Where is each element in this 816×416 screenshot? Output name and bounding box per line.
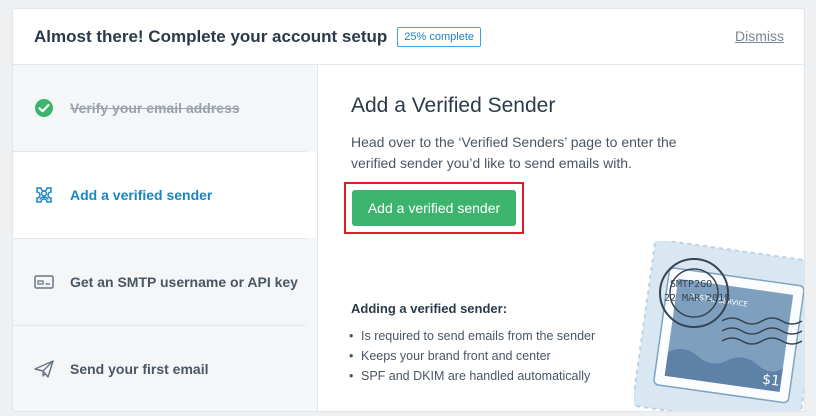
- key-card-icon: [33, 271, 55, 293]
- paper-plane-icon: [33, 358, 55, 380]
- list-item: SPF and DKIM are handled automatically: [349, 366, 595, 386]
- setup-title: Almost there! Complete your account setu…: [34, 26, 388, 46]
- content-title: Add a Verified Sender: [351, 94, 556, 117]
- list-item: Is required to send emails from the send…: [349, 326, 595, 346]
- step-add-sender[interactable]: Add a verified sender: [13, 152, 317, 238]
- stamp-date: 22 MAR 2018: [664, 293, 730, 304]
- check-circle-icon: [33, 97, 55, 119]
- setup-card: Almost there! Complete your account setu…: [12, 8, 805, 412]
- content-description: Head over to the ‘Verified Senders’ page…: [351, 134, 677, 171]
- list-item: Keeps your brand front and center: [349, 346, 595, 366]
- info-title: Adding a verified sender:: [351, 301, 508, 316]
- steps-sidebar: Verify your email address Add a verified…: [13, 65, 318, 411]
- setup-header: Almost there! Complete your account setu…: [13, 9, 804, 65]
- stamp-illustration: $1D POSTAL SERVICE SMTP2GO 22 MAR 2018: [631, 238, 804, 411]
- add-verified-sender-button[interactable]: Add a verified sender: [352, 190, 516, 226]
- stamp-brand: SMTP2GO: [670, 279, 712, 290]
- step-label: Send your first email: [70, 361, 209, 377]
- step-content: Add a Verified Sender Head over to the ‘…: [319, 65, 804, 411]
- progress-badge: 25% complete: [397, 26, 481, 47]
- sender-badge-icon: [33, 184, 55, 206]
- step-first-email[interactable]: Send your first email: [13, 326, 306, 411]
- cta-highlight: Add a verified sender: [344, 182, 524, 234]
- step-label: Get an SMTP username or API key: [70, 274, 298, 290]
- dismiss-link[interactable]: Dismiss: [735, 28, 784, 44]
- info-list: Is required to send emails from the send…: [349, 326, 595, 386]
- step-label: Verify your email address: [70, 100, 240, 116]
- step-smtp-key[interactable]: Get an SMTP username or API key: [13, 239, 306, 325]
- step-label: Add a verified sender: [70, 187, 213, 203]
- step-verify-email[interactable]: Verify your email address: [13, 65, 306, 151]
- active-step-arrow: [319, 95, 341, 181]
